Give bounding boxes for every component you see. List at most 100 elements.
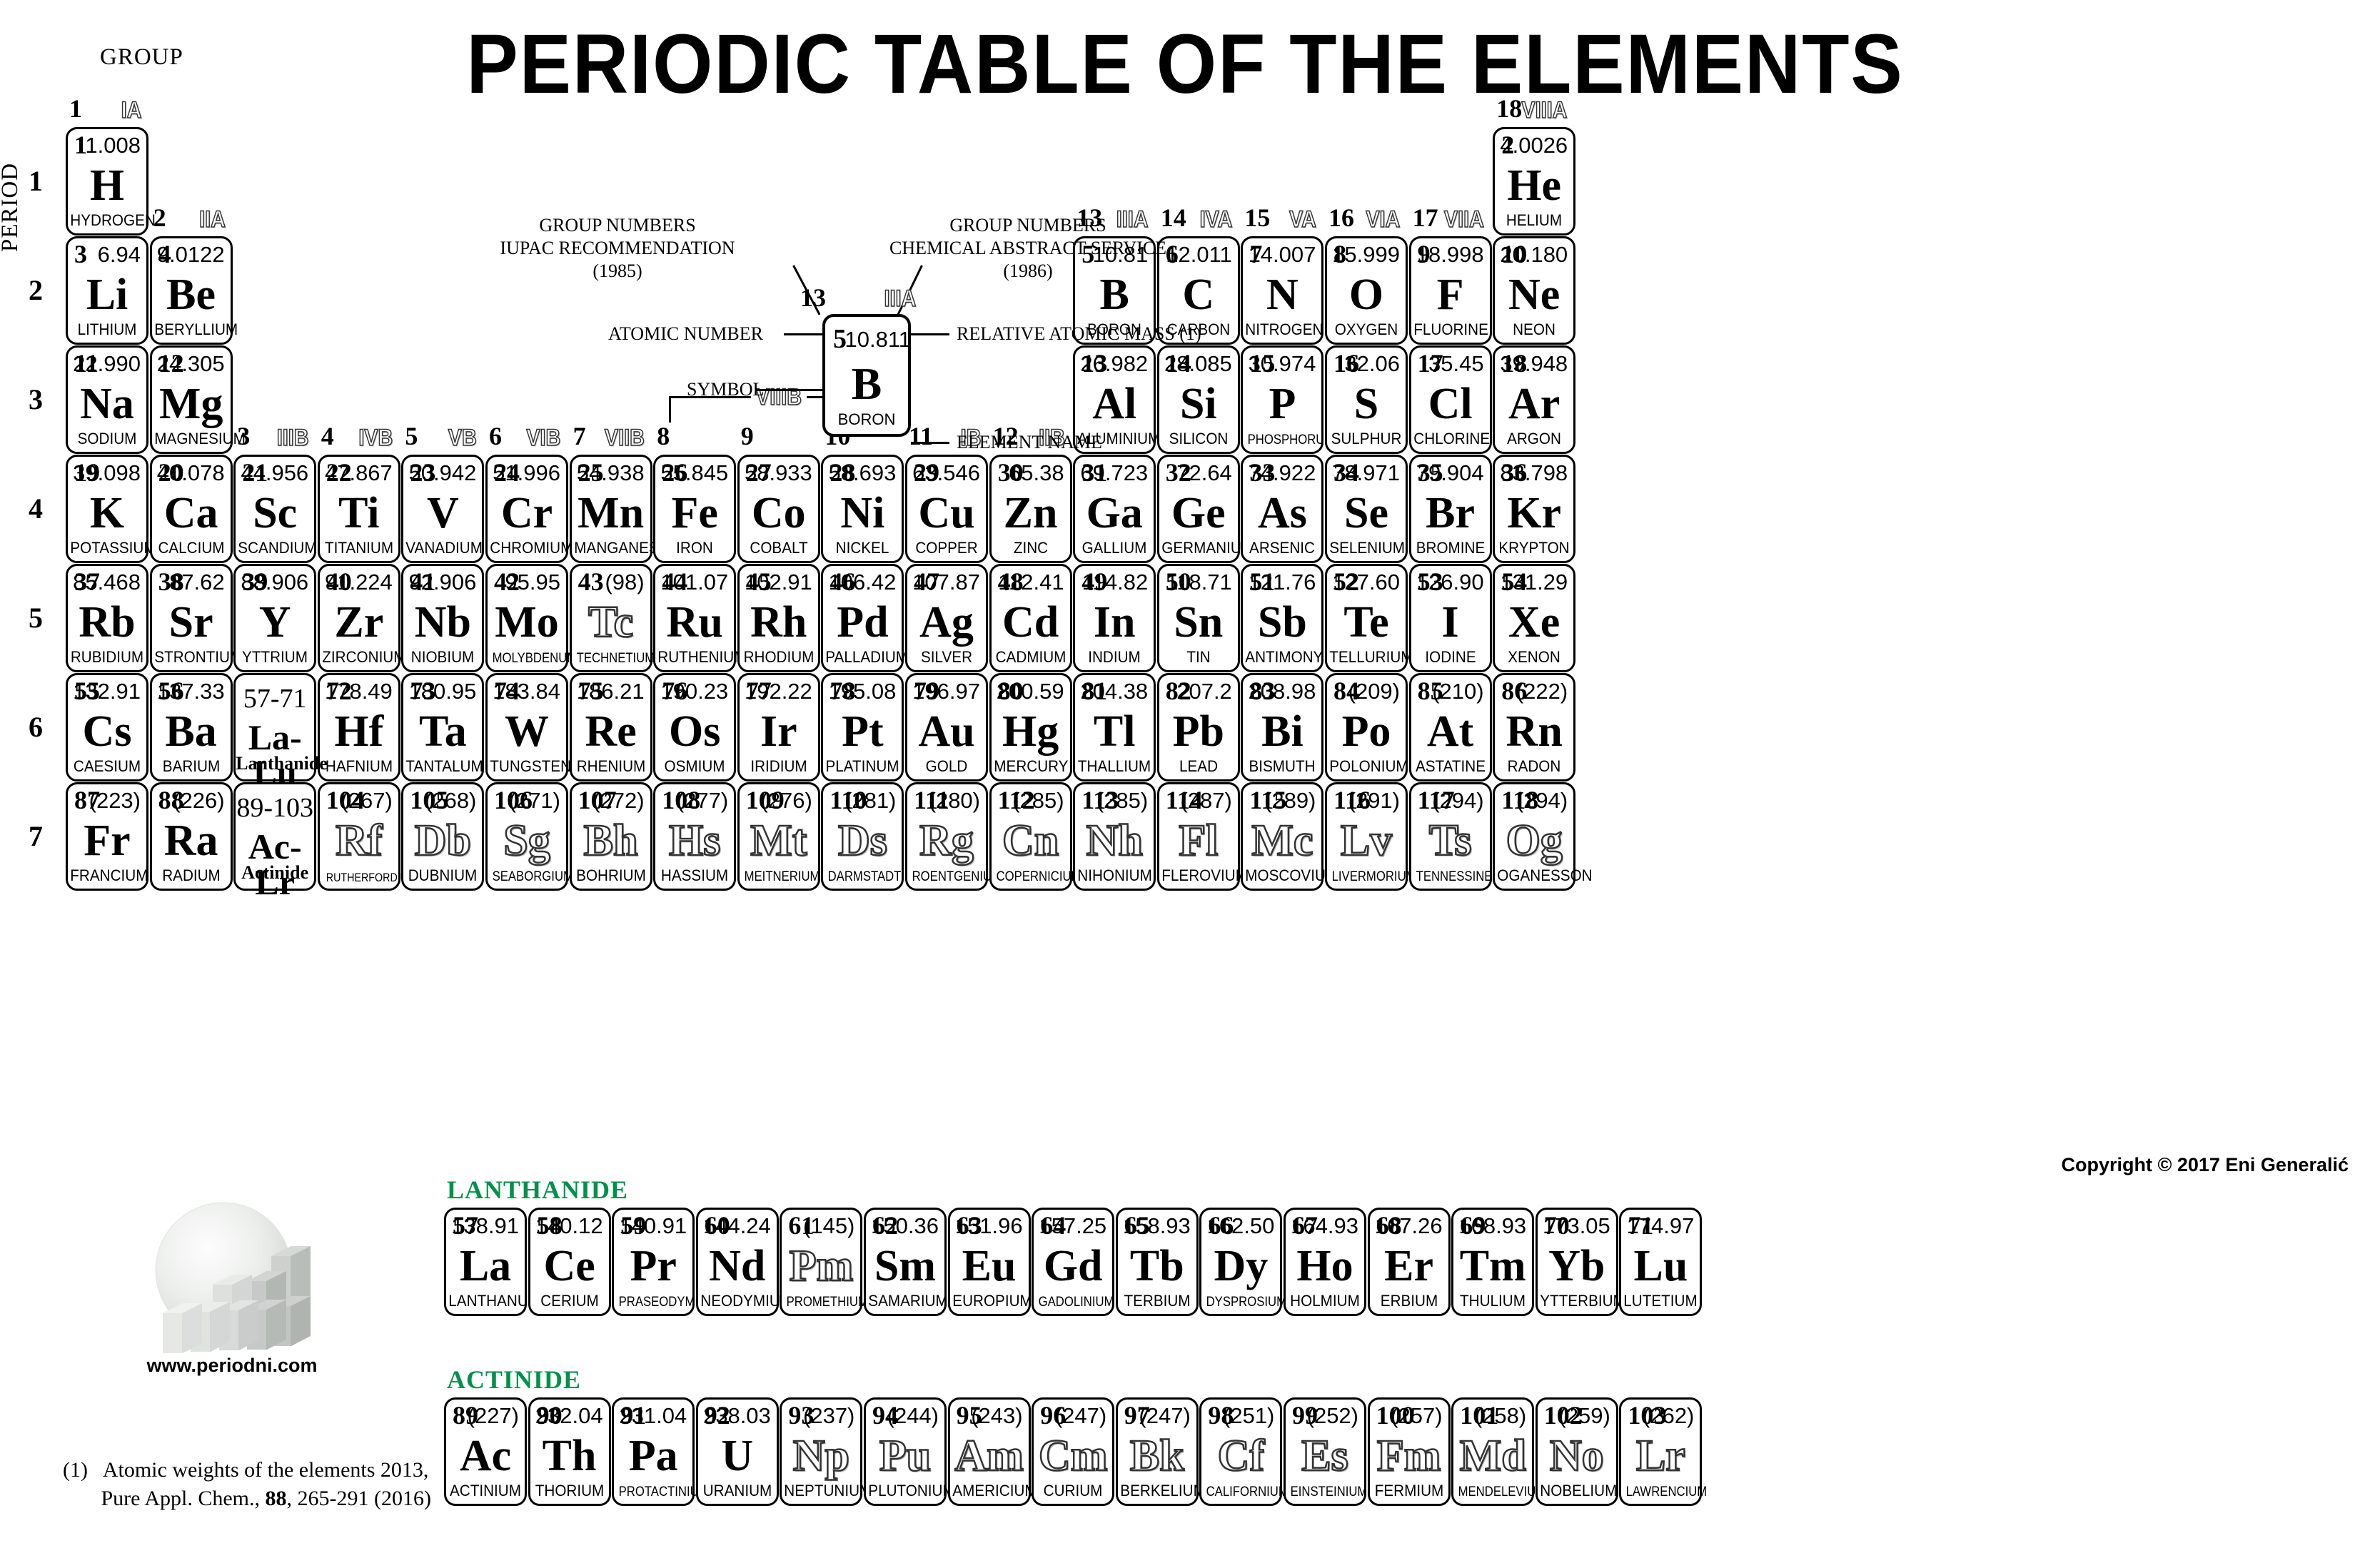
element-cell-ds[interactable]: 110 (281) Ds DARMSTADTIUM [821, 782, 923, 891]
element-cell-pt[interactable]: 78 195.08 Pt PLATINUM [821, 673, 904, 782]
actinide-cell-pu[interactable]: 94 (244) Pu PLUTONIUM [864, 1397, 955, 1506]
lanthanide-cell-pr[interactable]: 59 140.91 Pr PRASEODYMIUM [612, 1208, 717, 1316]
element-cell-cl[interactable]: 17 35.45 Cl CHLORINE [1408, 345, 1492, 454]
element-cell-fl[interactable]: 114 (287) Fl FLEROVIUM [1156, 782, 1248, 891]
actinide-cell-no[interactable]: 102 (259) No NOBELIUM [1535, 1397, 1618, 1506]
element-cell-au[interactable]: 79 196.97 Au GOLD [905, 673, 988, 782]
element-cell-p[interactable]: 15 30.974 P PHOSPHORUS [1241, 345, 1333, 454]
element-cell-pd[interactable]: 46 106.42 Pd PALLADIUM [821, 564, 908, 672]
lanthanide-cell-tb[interactable]: 65 158.93 Tb TERBIUM [1115, 1208, 1199, 1316]
element-cell-rb[interactable]: 37 85.468 Rb RUBIDIUM [66, 564, 148, 672]
lanthanide-cell-er[interactable]: 68 167.26 Er ERBIUM [1367, 1208, 1451, 1316]
element-cell-nb[interactable]: 41 92.906 Nb NIOBIUM [401, 564, 485, 672]
actinide-cell-bk[interactable]: 97 (247) Bk BERKELIUM [1115, 1397, 1206, 1506]
element-cell-zr[interactable]: 40 91.224 Zr ZIRCONIUM [317, 564, 405, 672]
actinide-cell-u[interactable]: 92 238.03 U URANIUM [695, 1397, 779, 1506]
element-cell-ti[interactable]: 22 47.867 Ti TITANIUM [317, 455, 400, 563]
element-cell-xe[interactable]: 54 131.29 Xe XENON [1493, 564, 1576, 672]
element-cell-sg[interactable]: 106 (271) Sg SEABORGIUM [485, 782, 573, 891]
element-cell-og[interactable]: 118 (294) Og OGANESSON [1493, 782, 1593, 891]
element-cell-o[interactable]: 8 15.999 O OXYGEN [1325, 236, 1408, 345]
element-cell-sn[interactable]: 50 118.71 Sn TIN [1156, 564, 1240, 672]
element-cell-zn[interactable]: 30 65.38 Zn ZINC [989, 455, 1072, 563]
series-placeholder-actinide[interactable]: 89-103 Ac-Lr Actinide [233, 782, 317, 900]
element-cell-hs[interactable]: 108 (277) Hs HASSIUM [653, 782, 737, 891]
lanthanide-cell-nd[interactable]: 60 144.24 Nd NEODYMIUM [695, 1208, 792, 1316]
element-cell-te[interactable]: 52 127.60 Te TELLURIUM [1325, 564, 1413, 672]
element-cell-ne[interactable]: 10 20.180 Ne NEON [1493, 236, 1576, 345]
actinide-cell-am[interactable]: 95 (243) Am AMERICIUM [947, 1397, 1037, 1506]
element-cell-s[interactable]: 16 32.06 S SULPHUR [1325, 345, 1408, 454]
actinide-cell-th[interactable]: 90 232.04 Th THORIUM [528, 1397, 611, 1506]
element-cell-rn[interactable]: 86 (222) Rn RADON [1493, 673, 1576, 782]
element-cell-n[interactable]: 7 14.007 N NITROGEN [1241, 236, 1324, 345]
element-cell-ge[interactable]: 32 72.64 Ge GERMANIUM [1156, 455, 1254, 563]
lanthanide-cell-gd[interactable]: 64 157.25 Gd GADOLINIUM [1032, 1208, 1115, 1316]
element-cell-ar[interactable]: 18 39.948 Ar ARGON [1493, 345, 1576, 454]
element-cell-hf[interactable]: 72 178.49 Hf HAFNIUM [317, 673, 400, 782]
element-cell-co[interactable]: 27 58.933 Co COBALT [737, 455, 820, 563]
element-cell-re[interactable]: 75 186.21 Re RHENIUM [569, 673, 652, 782]
actinide-cell-md[interactable]: 101 (258) Md MENDELEVIUM [1451, 1397, 1545, 1506]
element-cell-tc[interactable]: 43 (98) Tc TECHNETIUM [569, 564, 655, 672]
element-cell-in[interactable]: 49 114.82 In INDIUM [1073, 564, 1156, 672]
element-cell-cn[interactable]: 112 (285) Cn COPERNICIUM [989, 782, 1081, 891]
element-cell-cu[interactable]: 29 63.546 Cu COPPER [905, 455, 988, 563]
element-cell-sb[interactable]: 51 121.76 Sb ANTIMONY [1241, 564, 1324, 672]
element-cell-h[interactable]: 1 1.008 H HYDROGEN [66, 127, 156, 236]
element-cell-sc[interactable]: 21 44.956 Sc SCANDIUM [233, 455, 317, 563]
element-cell-tl[interactable]: 81 204.38 Tl THALLIUM [1073, 673, 1156, 782]
element-cell-mn[interactable]: 25 54.938 Mn MANGANESE [569, 455, 668, 563]
element-cell-mo[interactable]: 42 95.95 Mo MOLYBDENUM [485, 564, 577, 672]
element-cell-rf[interactable]: 104 (267) Rf RUTHERFORDIUM [317, 782, 416, 891]
element-cell-b[interactable]: 5 10.81 B BORON [1073, 236, 1156, 345]
actinide-cell-cf[interactable]: 98 (251) Cf CALIFORNIUM [1199, 1397, 1289, 1506]
element-cell-br[interactable]: 35 79.904 Br BROMINE [1408, 455, 1492, 563]
element-cell-ag[interactable]: 47 107.87 Ag SILVER [905, 564, 988, 672]
element-cell-ts[interactable]: 117 (294) Ts TENNESSINE [1408, 782, 1492, 891]
actinide-cell-ac[interactable]: 89 (227) Ac ACTINIUM [444, 1397, 527, 1506]
element-cell-ra[interactable]: 88 (226) Ra RADIUM [149, 782, 233, 891]
actinide-cell-pa[interactable]: 91 231.04 Pa PROTACTINIUM [612, 1397, 709, 1506]
element-cell-at[interactable]: 85 (210) At ASTATINE [1408, 673, 1492, 782]
lanthanide-cell-eu[interactable]: 63 151.96 Eu EUROPIUM [947, 1208, 1032, 1316]
actinide-cell-np[interactable]: 93 (237) Np NEPTUNIUM [780, 1397, 872, 1506]
element-cell-os[interactable]: 76 190.23 Os OSMIUM [653, 673, 737, 782]
element-cell-as[interactable]: 33 74.922 As ARSENIC [1241, 455, 1324, 563]
series-placeholder-lanthanide[interactable]: 57-71 La-Lu Lanthanide [233, 673, 328, 791]
element-cell-ir[interactable]: 77 192.22 Ir IRIDIUM [737, 673, 820, 782]
element-cell-db[interactable]: 105 (268) Db DUBNIUM [401, 782, 485, 891]
element-cell-ca[interactable]: 20 40.078 Ca CALCIUM [149, 455, 233, 563]
element-cell-ta[interactable]: 73 180.95 Ta TANTALUM [401, 673, 485, 782]
element-cell-si[interactable]: 14 28.085 Si SILICON [1156, 345, 1240, 454]
lanthanide-cell-dy[interactable]: 66 162.50 Dy DYSPROSIUM [1199, 1208, 1286, 1316]
element-cell-y[interactable]: 39 88.906 Y YTTRIUM [233, 564, 317, 672]
element-cell-se[interactable]: 34 78.971 Se SELENIUM [1325, 455, 1408, 563]
lanthanide-cell-ce[interactable]: 58 140.12 Ce CERIUM [528, 1208, 611, 1316]
element-cell-bi[interactable]: 83 208.98 Bi BISMUTH [1241, 673, 1324, 782]
element-cell-rh[interactable]: 45 102.91 Rh RHODIUM [737, 564, 820, 672]
element-cell-hg[interactable]: 80 200.59 Hg MERCURY [989, 673, 1072, 782]
actinide-cell-fm[interactable]: 100 (257) Fm FERMIUM [1367, 1397, 1451, 1506]
element-cell-po[interactable]: 84 (209) Po POLONIUM [1325, 673, 1408, 782]
element-cell-ba[interactable]: 56 137.33 Ba BARIUM [149, 673, 233, 782]
lanthanide-cell-lu[interactable]: 71 174.97 Lu LUTETIUM [1619, 1208, 1703, 1316]
element-cell-nh[interactable]: 113 (285) Nh NIHONIUM [1073, 782, 1156, 891]
element-cell-kr[interactable]: 36 83.798 Kr KRYPTON [1493, 455, 1576, 563]
lanthanide-cell-la[interactable]: 57 138.91 La LANTHANUM [444, 1208, 540, 1316]
lanthanide-cell-tm[interactable]: 69 168.93 Tm THULIUM [1451, 1208, 1535, 1316]
actinide-cell-cm[interactable]: 96 (247) Cm CURIUM [1032, 1397, 1115, 1506]
element-cell-ru[interactable]: 44 101.07 Ru RUTHENIUM [653, 564, 747, 672]
element-cell-be[interactable]: 4 9.0122 Be BERYLLIUM [149, 236, 238, 345]
element-cell-v[interactable]: 23 50.942 V VANADIUM [401, 455, 485, 563]
element-cell-cr[interactable]: 24 51.996 Cr CHROMIUM [485, 455, 573, 563]
element-cell-ni[interactable]: 28 58.693 Ni NICKEL [821, 455, 904, 563]
element-cell-he[interactable]: 2 4.0026 He HELIUM [1493, 127, 1576, 236]
element-cell-fe[interactable]: 26 55.845 Fe IRON [653, 455, 737, 563]
element-cell-i[interactable]: 53 126.90 I IODINE [1408, 564, 1492, 672]
element-cell-sr[interactable]: 38 87.62 Sr STRONTIUM [149, 564, 242, 672]
element-cell-al[interactable]: 13 26.982 Al ALUMINIUM [1073, 345, 1161, 454]
element-cell-k[interactable]: 19 39.098 K POTASSIUM [66, 455, 156, 563]
element-cell-bh[interactable]: 107 (272) Bh BOHRIUM [569, 782, 652, 891]
element-cell-c[interactable]: 6 12.011 C CARBON [1156, 236, 1240, 345]
